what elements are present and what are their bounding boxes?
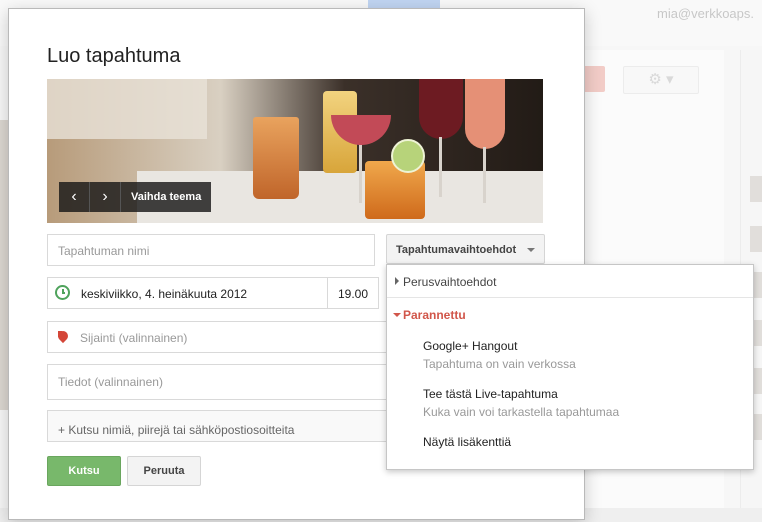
menu-item-hangout[interactable]: Google+ Hangout Tapahtuma on vain verkos… <box>387 339 753 373</box>
event-options-label: Tapahtumavaihtoehdot <box>396 244 517 256</box>
wine-glass <box>419 79 463 139</box>
previous-theme-button[interactable]: ‹ <box>59 182 90 212</box>
date-input[interactable]: keskiviikko, 4. heinäkuuta 2012 <box>81 287 247 301</box>
menu-item-title: Tee tästä Live-tapahtuma <box>423 387 558 401</box>
theme-image-window <box>47 79 207 139</box>
location-pin-tail <box>58 331 62 337</box>
dialog-title: Luo tapahtuma <box>47 45 181 67</box>
event-name-placeholder: Tapahtuman nimi <box>58 244 150 258</box>
next-theme-button[interactable]: › <box>90 182 121 212</box>
time-input[interactable]: 19.00 <box>338 287 368 301</box>
advanced-section-label: Parannettu <box>403 308 466 322</box>
cancel-button[interactable]: Peruuta <box>127 456 201 486</box>
basic-options-label: Perusvaihtoehdot <box>403 275 497 289</box>
glass-stem <box>359 143 362 203</box>
event-theme-image: ‹ › Vaihda teema <box>47 79 543 223</box>
glass-stem <box>483 147 486 203</box>
invite-button[interactable]: Kutsu <box>47 456 121 486</box>
cocktail-glass <box>253 117 299 199</box>
invite-input[interactable]: + Kutsu nimiä, piirejä tai sähköpostioso… <box>47 410 387 442</box>
theme-navigation: ‹ › Vaihda teema <box>59 182 212 212</box>
menu-item-basic-options[interactable]: Perusvaihtoehdot <box>387 265 753 298</box>
triangle-down-icon <box>393 313 401 317</box>
clock-icon <box>55 285 70 300</box>
invite-placeholder: + Kutsu nimiä, piirejä tai sähköpostioso… <box>58 423 295 437</box>
menu-item-live-event[interactable]: Tee tästä Live-tapahtuma Kuka vain voi t… <box>387 387 753 421</box>
chevron-down-icon <box>527 248 535 252</box>
triangle-right-icon <box>395 277 399 285</box>
menu-item-title: Näytä lisäkenttiä <box>423 435 512 449</box>
details-placeholder: Tiedot (valinnainen) <box>58 375 163 389</box>
date-time-divider <box>327 278 328 308</box>
event-name-input[interactable]: Tapahtuman nimi <box>47 234 375 266</box>
chevron-left-icon: ‹ <box>71 188 77 205</box>
menu-item-more-fields[interactable]: Näytä lisäkenttiä <box>387 435 753 453</box>
location-placeholder: Sijainti (valinnainen) <box>80 331 188 345</box>
event-options-menu: Perusvaihtoehdot Parannettu Google+ Hang… <box>386 264 754 470</box>
change-theme-button[interactable]: Vaihda teema <box>121 182 211 212</box>
date-time-field: keskiviikko, 4. heinäkuuta 2012 19.00 <box>47 277 379 309</box>
menu-item-title: Google+ Hangout <box>423 339 518 353</box>
menu-item-subtitle: Tapahtuma on vain verkossa <box>423 357 576 371</box>
chevron-right-icon: › <box>102 188 108 205</box>
rose-glass <box>465 79 505 149</box>
glass-stem <box>439 137 442 197</box>
menu-item-subtitle: Kuka vain voi tarkastella tapahtumaa <box>423 405 620 419</box>
event-options-button[interactable]: Tapahtumavaihtoehdot <box>386 234 545 264</box>
lime-slice <box>391 139 425 173</box>
location-input[interactable]: Sijainti (valinnainen) <box>47 321 387 353</box>
details-input[interactable]: Tiedot (valinnainen) <box>47 364 387 400</box>
menu-section-advanced[interactable]: Parannettu <box>387 307 753 327</box>
